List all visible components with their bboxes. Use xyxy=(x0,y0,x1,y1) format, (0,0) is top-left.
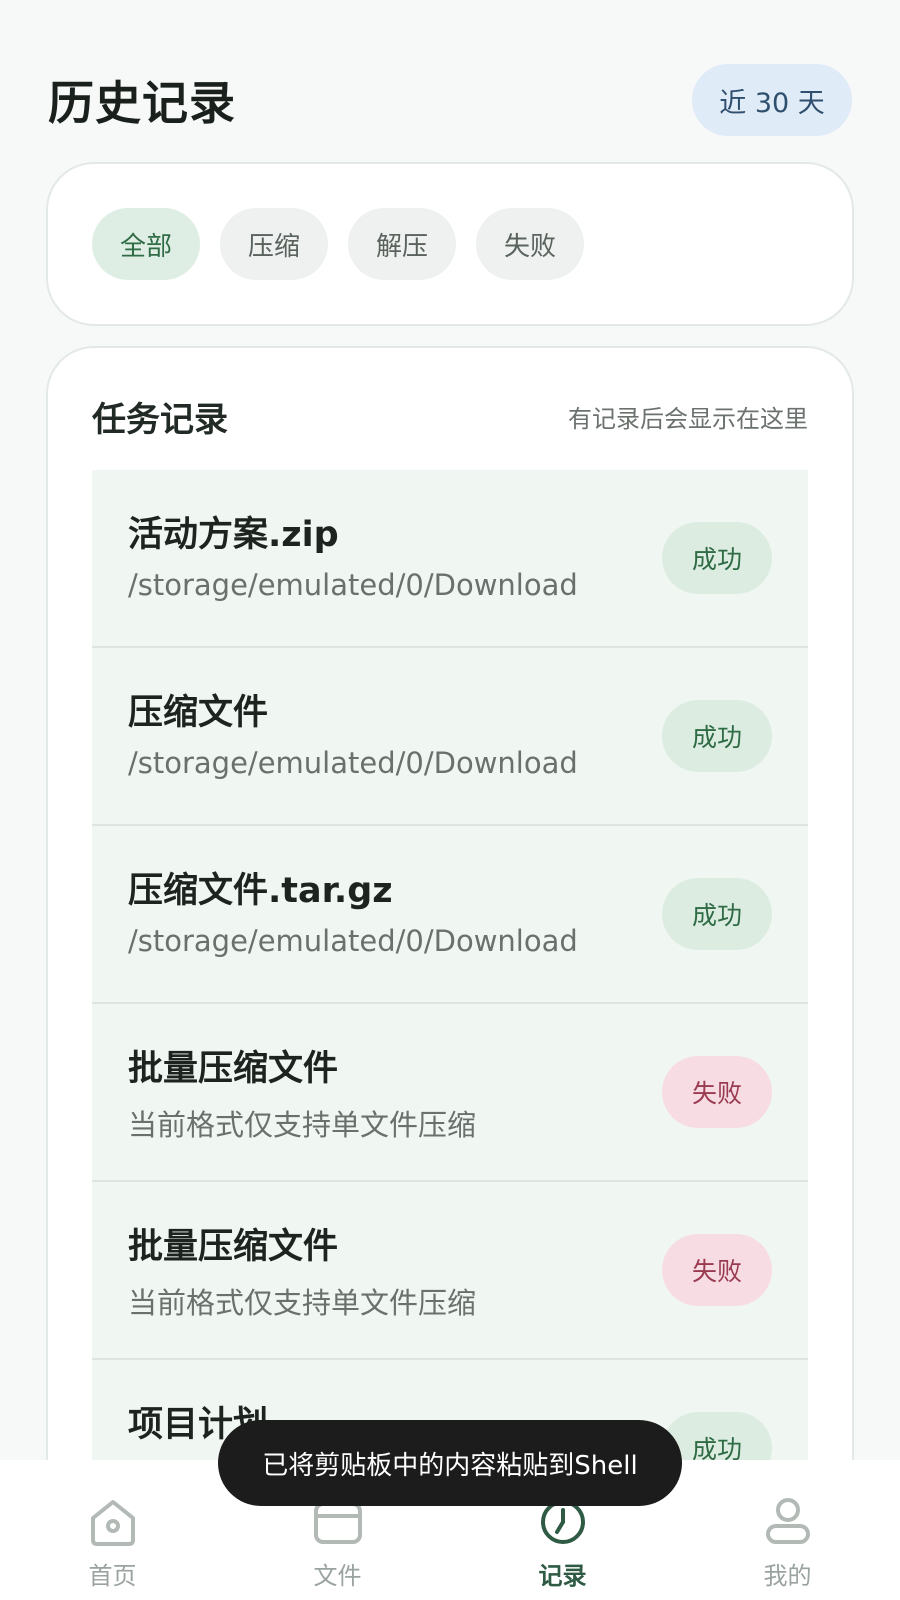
records-hint: 有记录后会显示在这里 xyxy=(568,404,808,433)
filter-chip-extract[interactable]: 解压 xyxy=(348,208,456,280)
record-name: 压缩文件 xyxy=(128,693,269,733)
status-badge: 失败 xyxy=(662,1056,772,1128)
record-list: 活动方案.zip /storage/emulated/0/Download 成功… xyxy=(92,470,808,1466)
page-title: 历史记录 xyxy=(48,76,236,130)
status-badge: 失败 xyxy=(662,1234,772,1306)
record-row[interactable]: 活动方案.zip /storage/emulated/0/Download 成功 xyxy=(92,470,808,648)
nav-label: 记录 xyxy=(538,1562,587,1590)
nav-item-files[interactable]: 文件 xyxy=(278,1496,398,1591)
status-badge: 成功 xyxy=(662,522,772,594)
filter-chip-failed[interactable]: 失败 xyxy=(476,208,584,280)
header: 历史记录 近 30 天 xyxy=(48,60,852,140)
date-range-button[interactable]: 近 30 天 xyxy=(692,64,852,136)
record-name: 批量压缩文件 xyxy=(128,1049,339,1089)
record-row[interactable]: 压缩文件 /storage/emulated/0/Download 成功 xyxy=(92,648,808,826)
record-detail: 当前格式仅支持单文件压缩 xyxy=(128,1108,477,1142)
nav-label: 文件 xyxy=(313,1562,362,1590)
status-badge: 成功 xyxy=(662,878,772,950)
filter-bar: 全部 压缩 解压 失败 xyxy=(46,162,854,326)
record-detail: /storage/emulated/0/Download xyxy=(128,746,578,780)
nav-label: 我的 xyxy=(763,1562,812,1590)
record-name: 批量压缩文件 xyxy=(128,1227,339,1267)
record-name: 活动方案.zip xyxy=(128,515,339,555)
record-row[interactable]: 压缩文件.tar.gz /storage/emulated/0/Download… xyxy=(92,826,808,1004)
records-title: 任务记录 xyxy=(92,399,228,440)
records-header: 任务记录 有记录后会显示在这里 xyxy=(92,388,808,444)
record-row[interactable]: 批量压缩文件 当前格式仅支持单文件压缩 失败 xyxy=(92,1182,808,1360)
records-card: 任务记录 有记录后会显示在这里 活动方案.zip /storage/emulat… xyxy=(46,346,854,1466)
record-row[interactable]: 批量压缩文件 当前格式仅支持单文件压缩 失败 xyxy=(92,1004,808,1182)
filter-chip-all[interactable]: 全部 xyxy=(92,208,200,280)
record-detail: 当前格式仅支持单文件压缩 xyxy=(128,1286,477,1320)
status-badge: 成功 xyxy=(662,700,772,772)
person-icon xyxy=(765,1498,810,1544)
toast-message: 已将剪贴板中的内容粘贴到Shell xyxy=(218,1420,682,1506)
nav-item-records[interactable]: 记录 xyxy=(503,1496,623,1591)
record-detail: /storage/emulated/0/Download xyxy=(128,568,578,602)
nav-label: 首页 xyxy=(88,1562,137,1590)
record-detail: /storage/emulated/0/Download xyxy=(128,924,578,958)
home-icon xyxy=(90,1500,135,1546)
filter-chip-compress[interactable]: 压缩 xyxy=(220,208,328,280)
nav-item-home[interactable]: 首页 xyxy=(53,1496,173,1591)
record-name: 压缩文件.tar.gz xyxy=(128,871,393,911)
nav-item-profile[interactable]: 我的 xyxy=(728,1496,848,1591)
